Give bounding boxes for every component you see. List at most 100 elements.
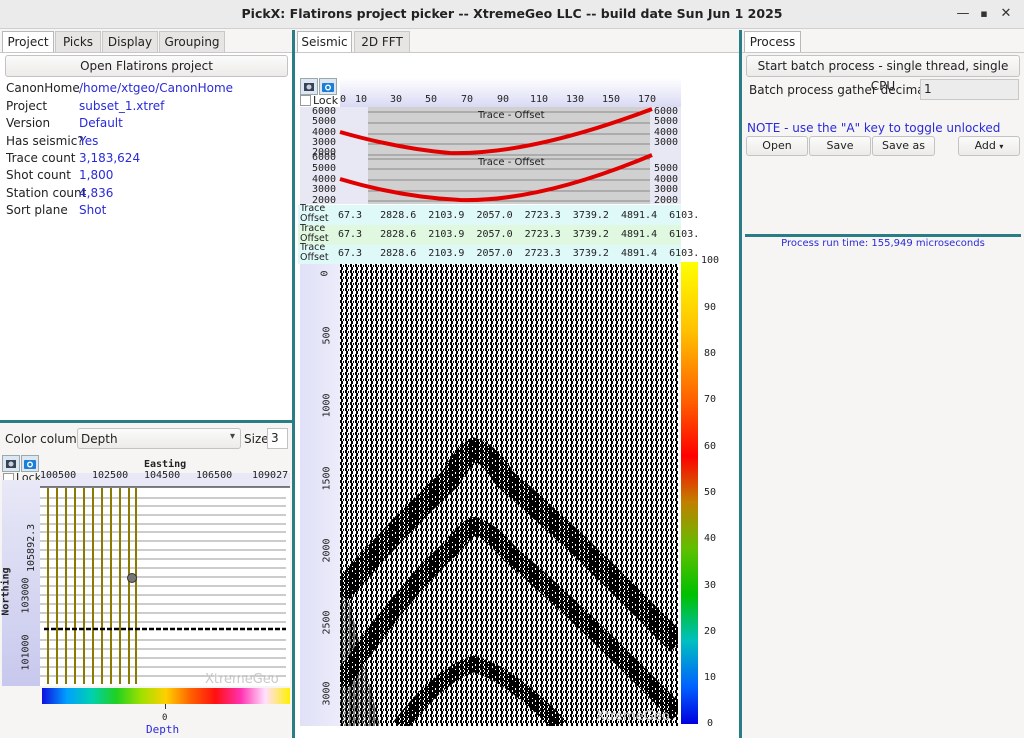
- info-label-version: Version: [6, 116, 51, 130]
- save-button[interactable]: Save: [809, 136, 871, 156]
- colorbar-tick: 0: [707, 718, 714, 729]
- map-colorbar-tick: 0: [162, 713, 168, 723]
- map-colorbar-tick-mark: [165, 704, 166, 709]
- dropdown-arrow-icon: ▾: [229, 431, 235, 442]
- map-x-title: Easting: [144, 459, 187, 470]
- tab-2d-fft[interactable]: 2D FFT: [354, 31, 410, 53]
- map-y-tick: 101000: [20, 634, 32, 671]
- header-row-label: Trace Offset: [300, 242, 329, 263]
- tab-grouping[interactable]: Grouping: [159, 31, 225, 53]
- map-x-tick: 104500: [144, 470, 181, 481]
- header-row-label: Trace Offset: [300, 223, 329, 244]
- colorbar-tick: 10: [704, 672, 717, 683]
- offset-ytick-b: 6000: [312, 152, 337, 163]
- map-watermark: XtremeGeo: [205, 672, 279, 687]
- offset-ytick-b: 5000: [312, 163, 337, 174]
- map-x-tick: 102500: [92, 470, 129, 481]
- decimation-label: Batch process gather decimation: [749, 83, 948, 97]
- colorbar-tick: 50: [704, 487, 717, 498]
- trace-tick: 30: [390, 94, 403, 105]
- camera-icon[interactable]: [319, 78, 337, 95]
- trace-tick: 70: [461, 94, 474, 105]
- tab-process[interactable]: Process: [744, 31, 801, 53]
- header-row-values: 67.3 2828.6 2103.9 2057.0 2723.3 3739.2 …: [338, 229, 700, 240]
- tab-seismic[interactable]: Seismic: [297, 31, 352, 53]
- info-label-has-seismic: Has seismic?: [6, 134, 84, 148]
- trace-tick: 150: [602, 94, 621, 105]
- header-row-label: Trace Offset: [300, 203, 329, 224]
- offset-plot-title: Trace - Offset: [478, 157, 545, 168]
- close-icon[interactable]: ✕: [996, 5, 1016, 23]
- time-tick: 1500: [321, 466, 333, 491]
- tab-display[interactable]: Display: [102, 31, 158, 53]
- seismic-gather-image[interactable]: [340, 264, 678, 726]
- time-axis: [300, 264, 340, 726]
- info-value-shot-count: 1,800: [79, 168, 114, 182]
- trace-tick: 0: [340, 94, 347, 105]
- header-row-values: 67.3 2828.6 2103.9 2057.0 2723.3 3739.2 …: [338, 248, 700, 259]
- colorbar-tick: 70: [704, 394, 717, 405]
- trace-tick: 10: [355, 94, 368, 105]
- colorbar-tick: 90: [704, 302, 717, 313]
- info-label-sort-plane: Sort plane: [6, 203, 68, 217]
- offset-ytick-right: 3000: [654, 184, 679, 195]
- add-label: Add: [974, 139, 996, 152]
- maximize-icon[interactable]: ▪: [974, 5, 994, 23]
- save-as-button[interactable]: Save as: [872, 136, 935, 156]
- tab-project[interactable]: Project: [2, 31, 54, 53]
- trace-tick: 50: [425, 94, 438, 105]
- seismic-lock-checkbox[interactable]: [300, 95, 311, 106]
- size-label: Size: [244, 432, 269, 446]
- colorbar-tick: 60: [704, 441, 717, 452]
- info-label-station-count: Station count: [6, 186, 87, 200]
- offset-ytick-right: 5000: [654, 163, 679, 174]
- info-value-version: Default: [79, 116, 123, 130]
- color-column-label: Color column: [5, 432, 85, 446]
- start-batch-button[interactable]: Start batch process - single thread, sin…: [746, 55, 1020, 93]
- colorbar-tick: 20: [704, 626, 717, 637]
- header-row-values: 67.3 2828.6 2103.9 2057.0 2723.3 3739.2 …: [338, 210, 700, 221]
- size-input[interactable]: 3: [267, 428, 288, 449]
- info-label-project: Project: [6, 99, 48, 113]
- map-colorbar: [42, 688, 290, 704]
- map-y-title: Northing: [0, 567, 12, 616]
- tab-picks[interactable]: Picks: [55, 31, 101, 53]
- colorbar-tick: 80: [704, 348, 717, 359]
- process-run-time: Process run time: 155,949 microseconds: [781, 238, 985, 249]
- open-button[interactable]: Open: [746, 136, 808, 156]
- add-dropdown-button[interactable]: Add ▾: [958, 136, 1020, 156]
- info-value-has-seismic: Yes: [79, 134, 99, 148]
- colorbar-tick: 40: [704, 533, 717, 544]
- open-project-button[interactable]: Open Flatirons project: [5, 55, 288, 77]
- offset-plots[interactable]: [300, 107, 681, 204]
- left-splitter[interactable]: [0, 420, 292, 423]
- colorbar-tick: 100: [701, 255, 720, 266]
- info-value-canonhome: /home/xtgeo/CanonHome: [79, 81, 234, 95]
- amplitude-colorbar: [681, 262, 698, 724]
- time-tick: 2500: [321, 610, 333, 635]
- time-tick: 3000: [321, 681, 333, 706]
- seismic-watermark: XtremeGeo: [596, 709, 670, 724]
- offset-ytick-b: 3000: [312, 184, 337, 195]
- dropdown-arrow-icon: ▾: [999, 142, 1004, 151]
- trace-tick: 170: [638, 94, 657, 105]
- trace-tick: 90: [497, 94, 510, 105]
- map-x-tick: 100500: [40, 470, 77, 481]
- info-value-sort-plane: Shot: [79, 203, 107, 217]
- save-image-icon[interactable]: [300, 78, 318, 95]
- colorbar-tick: 30: [704, 580, 717, 591]
- color-column-value: Depth: [81, 432, 118, 446]
- trace-tick: 110: [530, 94, 549, 105]
- offset-ytick-right: 3000: [654, 137, 679, 148]
- map-x-tick: 106500: [196, 470, 233, 481]
- process-splitter[interactable]: [745, 234, 1021, 237]
- offset-plot-title: Trace - Offset: [478, 110, 545, 121]
- minimize-icon[interactable]: —: [953, 5, 973, 23]
- info-value-station-count: 4,836: [79, 186, 114, 200]
- decimation-input[interactable]: 1: [920, 79, 1019, 100]
- time-tick: 2000: [321, 538, 333, 563]
- info-label-canonhome: CanonHome: [6, 81, 80, 95]
- map-plot[interactable]: [2, 458, 290, 686]
- time-tick: 0: [319, 270, 331, 277]
- color-column-select[interactable]: Depth ▾: [77, 428, 241, 449]
